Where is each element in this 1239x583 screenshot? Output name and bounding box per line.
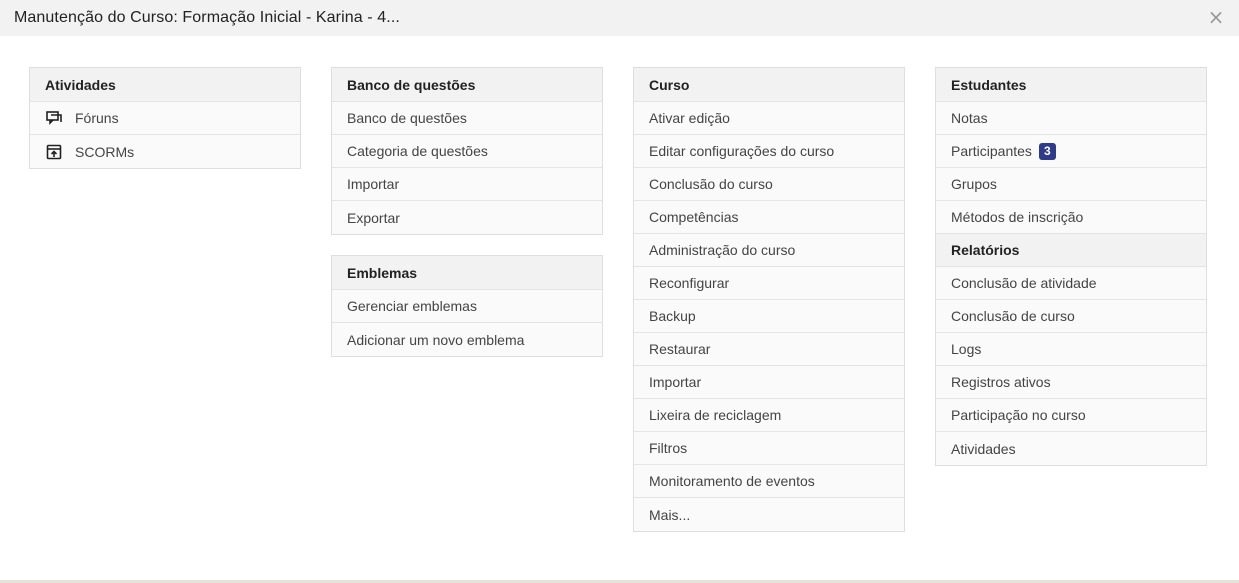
menu-item-grupos[interactable]: Grupos [936, 168, 1206, 201]
menu-item-importar-questoes[interactable]: Importar [332, 168, 602, 201]
menu-item-exportar-questoes[interactable]: Exportar [332, 201, 602, 234]
menu-item-editar-configuracoes[interactable]: Editar configurações do curso [634, 135, 904, 168]
menu-item-adicionar-emblema[interactable]: Adicionar um novo emblema [332, 323, 602, 356]
menu-item-categoria-de-questoes[interactable]: Categoria de questões [332, 135, 602, 168]
menu-item-restaurar[interactable]: Restaurar [634, 333, 904, 366]
close-icon[interactable]: × [1207, 7, 1225, 27]
menu-item-participantes[interactable]: Participantes 3 [936, 135, 1206, 168]
menu-item-backup[interactable]: Backup [634, 300, 904, 333]
modal-title: Manutenção do Curso: Formação Inicial - … [14, 9, 400, 26]
menu-item-label: SCORMs [75, 143, 135, 160]
menu-item-filtros[interactable]: Filtros [634, 432, 904, 465]
menu-item-label: Fóruns [75, 110, 119, 126]
menu-item-scorms[interactable]: SCORMs [30, 135, 300, 168]
menu-item-banco-de-questoes[interactable]: Banco de questões [332, 102, 602, 135]
menu-item-metodos-de-inscricao[interactable]: Métodos de inscrição [936, 201, 1206, 234]
menu-item-logs[interactable]: Logs [936, 333, 1206, 366]
menu-item-notas[interactable]: Notas [936, 102, 1206, 135]
modal-header: Manutenção do Curso: Formação Inicial - … [0, 0, 1239, 36]
menu-item-conclusao-de-curso[interactable]: Conclusão de curso [936, 300, 1206, 333]
menu-item-administracao-do-curso[interactable]: Administração do curso [634, 234, 904, 267]
column-estudantes: Estudantes Notas Participantes 3 Grupos … [935, 67, 1207, 552]
scorm-package-icon [45, 143, 63, 161]
card-header-atividades: Atividades [30, 68, 300, 102]
card-banco-de-questoes: Banco de questões Banco de questões Cate… [331, 67, 603, 235]
menu-item-registros-ativos[interactable]: Registros ativos [936, 366, 1206, 399]
menu-item-label: Participantes [951, 143, 1032, 159]
card-header-emblemas: Emblemas [332, 256, 602, 290]
column-atividades: Atividades Fóruns SCORMs [29, 67, 301, 552]
menu-item-gerenciar-emblemas[interactable]: Gerenciar emblemas [332, 290, 602, 323]
menu-item-importar[interactable]: Importar [634, 366, 904, 399]
menu-item-participacao-no-curso[interactable]: Participação no curso [936, 399, 1206, 432]
menu-item-competencias[interactable]: Competências [634, 201, 904, 234]
menu-item-reconfigurar[interactable]: Reconfigurar [634, 267, 904, 300]
menu-item-relatorio-atividades[interactable]: Atividades [936, 432, 1206, 465]
card-curso: Curso Ativar edição Editar configurações… [633, 67, 905, 532]
card-header-curso: Curso [634, 68, 904, 102]
card-emblemas: Emblemas Gerenciar emblemas Adicionar um… [331, 255, 603, 357]
card-estudantes: Estudantes Notas Participantes 3 Grupos … [935, 67, 1207, 466]
section-header-relatorios: Relatórios [936, 234, 1206, 267]
menu-item-monitoramento-de-eventos[interactable]: Monitoramento de eventos [634, 465, 904, 498]
card-header-banco: Banco de questões [332, 68, 602, 102]
menu-item-conclusao-do-curso[interactable]: Conclusão do curso [634, 168, 904, 201]
course-admin-columns: Atividades Fóruns SCORMs Banco de questõ… [29, 67, 1210, 552]
menu-item-lixeira[interactable]: Lixeira de reciclagem [634, 399, 904, 432]
menu-item-conclusao-de-atividade[interactable]: Conclusão de atividade [936, 267, 1206, 300]
column-banco-emblemas: Banco de questões Banco de questões Cate… [331, 67, 603, 552]
card-atividades: Atividades Fóruns SCORMs [29, 67, 301, 169]
forum-icon [45, 109, 63, 127]
column-curso: Curso Ativar edição Editar configurações… [633, 67, 905, 552]
card-header-estudantes: Estudantes [936, 68, 1206, 102]
menu-item-foruns[interactable]: Fóruns [30, 102, 300, 135]
menu-item-mais[interactable]: Mais... [634, 498, 904, 531]
menu-item-ativar-edicao[interactable]: Ativar edição [634, 102, 904, 135]
participants-count-badge: 3 [1038, 142, 1056, 160]
